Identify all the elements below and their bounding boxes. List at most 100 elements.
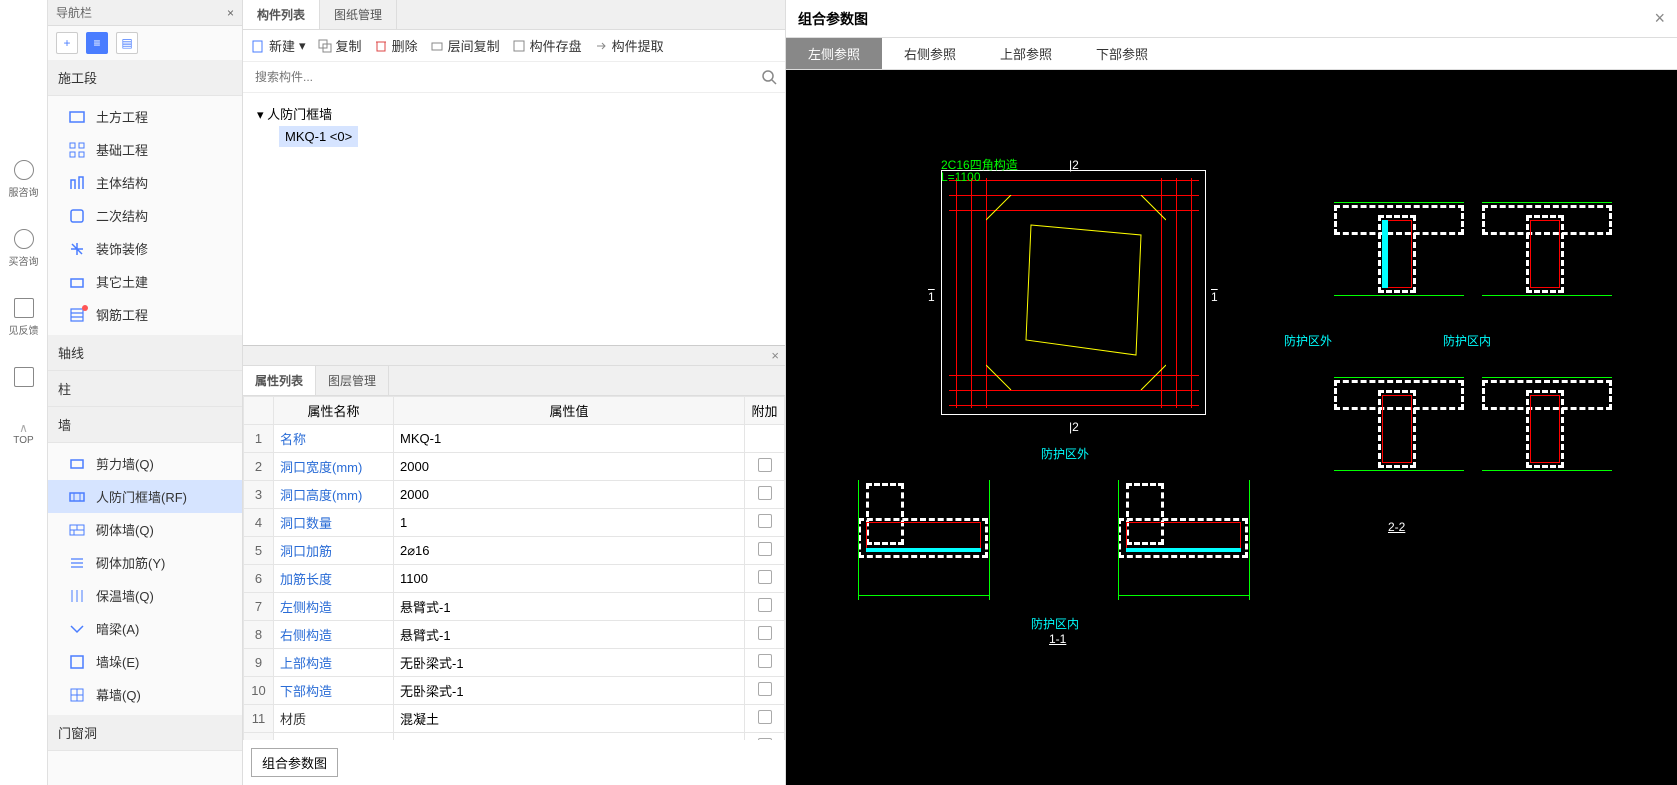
section-axis[interactable]: 轴线 xyxy=(48,335,242,371)
tool-feedback[interactable]: 见反馈 xyxy=(4,298,44,337)
tree-root[interactable]: ▾ 人防门框墙 xyxy=(251,101,777,126)
section-column[interactable]: 柱 xyxy=(48,371,242,407)
tool-buy[interactable]: 买咨询 xyxy=(4,229,44,268)
nav-item-other[interactable]: 其它土建 xyxy=(48,265,242,298)
close-attr-icon[interactable]: × xyxy=(765,346,785,365)
attr-addon[interactable] xyxy=(745,481,785,509)
attr-row[interactable]: 3洞口高度(mm)2000 xyxy=(244,481,785,509)
attr-addon[interactable] xyxy=(745,453,785,481)
checkbox-icon[interactable] xyxy=(758,626,772,640)
tab-drawing-manage[interactable]: 图纸管理 xyxy=(320,0,397,29)
nav-item-decoration[interactable]: 装饰装修 xyxy=(48,232,242,265)
section-construction[interactable]: 施工段 xyxy=(48,60,242,96)
attr-row[interactable]: 11材质混凝土 xyxy=(244,705,785,733)
attr-addon[interactable] xyxy=(745,649,785,677)
drawing-canvas[interactable]: 2C16四角构造 L=1100 |2 1 1 |2 防护区外 防护区内 1-1 … xyxy=(786,70,1677,785)
component-extract-button[interactable]: 构件提取 xyxy=(594,36,664,55)
close-diagram-icon[interactable]: × xyxy=(1654,8,1665,29)
attr-value[interactable]: 悬臂式-1 xyxy=(394,621,745,649)
section-door-window[interactable]: 门窗洞 xyxy=(48,715,242,751)
nav-item-secondary[interactable]: 二次结构 xyxy=(48,199,242,232)
attr-value[interactable]: MKQ-1 xyxy=(394,425,745,453)
tool-qr[interactable] xyxy=(4,367,44,391)
nav-item-insulation[interactable]: 保温墙(Q) xyxy=(48,579,242,612)
attr-value[interactable]: 2000 xyxy=(394,453,745,481)
attr-addon[interactable] xyxy=(745,677,785,705)
checkbox-icon[interactable] xyxy=(758,654,772,668)
attr-row[interactable]: 5洞口加筋2⌀16 xyxy=(244,537,785,565)
nav-item-masonry[interactable]: 砌体墙(Q) xyxy=(48,513,242,546)
nav-item-shearwall[interactable]: 剪力墙(Q) xyxy=(48,447,242,480)
list-view-icon[interactable]: ≡ xyxy=(86,32,108,54)
nav-item-structure[interactable]: 主体结构 xyxy=(48,166,242,199)
add-icon[interactable]: + xyxy=(56,32,78,54)
attr-value[interactable]: 1 xyxy=(394,509,745,537)
attr-value[interactable]: 无卧梁式-1 xyxy=(394,649,745,677)
attr-addon[interactable] xyxy=(745,425,785,453)
copy-button[interactable]: 复制 xyxy=(318,36,362,55)
nav-item-curtainwall[interactable]: 幕墙(Q) xyxy=(48,678,242,711)
attr-value[interactable]: 无卧梁式-1 xyxy=(394,677,745,705)
tab-bottom-ref[interactable]: 下部参照 xyxy=(1074,38,1170,69)
new-button[interactable]: 新建▾ xyxy=(251,36,306,55)
attr-row[interactable]: 10下部构造无卧梁式-1 xyxy=(244,677,785,705)
delete-button[interactable]: 删除 xyxy=(374,36,418,55)
attr-value[interactable]: 混凝土 xyxy=(394,705,745,733)
section-wall[interactable]: 墙 xyxy=(48,407,242,443)
attr-row[interactable]: 9上部构造无卧梁式-1 xyxy=(244,649,785,677)
attr-row[interactable]: 1名称MKQ-1 xyxy=(244,425,785,453)
attr-addon[interactable] xyxy=(745,621,785,649)
tab-layer-manage[interactable]: 图层管理 xyxy=(316,366,389,395)
component-save-button[interactable]: 构件存盘 xyxy=(512,36,582,55)
search-input[interactable] xyxy=(251,66,761,88)
attr-value[interactable]: 1100 xyxy=(394,565,745,593)
nav-item-foundation[interactable]: 基础工程 xyxy=(48,133,242,166)
attr-value[interactable]: (现浇混凝土碎石<20) xyxy=(394,733,745,741)
checkbox-icon[interactable] xyxy=(758,486,772,500)
checkbox-icon[interactable] xyxy=(758,514,772,528)
attr-addon[interactable] xyxy=(745,733,785,741)
nav-item-earthwork[interactable]: 土方工程 xyxy=(48,100,242,133)
attr-row[interactable]: 8右侧构造悬臂式-1 xyxy=(244,621,785,649)
nav-item-hiddenbeam[interactable]: 暗梁(A) xyxy=(48,612,242,645)
checkbox-icon[interactable] xyxy=(758,598,772,612)
attr-addon[interactable] xyxy=(745,537,785,565)
attr-row[interactable]: 2洞口宽度(mm)2000 xyxy=(244,453,785,481)
tree-child-selected[interactable]: MKQ-1 <0> xyxy=(279,126,358,147)
checkbox-icon[interactable] xyxy=(758,738,772,740)
left-tool-strip: 服咨询 买咨询 见反馈 ∧TOP xyxy=(0,0,48,785)
attr-row[interactable]: 12混凝土类型(现浇混凝土碎石<20) xyxy=(244,733,785,741)
search-icon[interactable] xyxy=(761,69,777,85)
attr-value[interactable]: 2000 xyxy=(394,481,745,509)
attr-addon[interactable] xyxy=(745,565,785,593)
close-icon[interactable]: × xyxy=(227,6,234,20)
attr-addon[interactable] xyxy=(745,705,785,733)
tab-left-ref[interactable]: 左侧参照 xyxy=(786,38,882,69)
tab-right-ref[interactable]: 右侧参照 xyxy=(882,38,978,69)
checkbox-icon[interactable] xyxy=(758,570,772,584)
checkbox-icon[interactable] xyxy=(758,710,772,724)
combo-param-button[interactable]: 组合参数图 xyxy=(251,748,338,777)
checkbox-icon[interactable] xyxy=(758,542,772,556)
nav-item-framewall[interactable]: 人防门框墙(RF) xyxy=(48,480,242,513)
tab-component-list[interactable]: 构件列表 xyxy=(243,0,320,29)
attr-value[interactable]: 悬臂式-1 xyxy=(394,593,745,621)
attr-addon[interactable] xyxy=(745,509,785,537)
layer-copy-button[interactable]: 层间复制 xyxy=(430,36,500,55)
nav-item-rebar[interactable]: 钢筋工程 xyxy=(48,298,242,331)
tool-service[interactable]: 服咨询 xyxy=(4,160,44,199)
attr-row[interactable]: 7左侧构造悬臂式-1 xyxy=(244,593,785,621)
checkbox-icon[interactable] xyxy=(758,458,772,472)
card-view-icon[interactable]: ▤ xyxy=(116,32,138,54)
tab-top-ref[interactable]: 上部参照 xyxy=(978,38,1074,69)
nav-item-reinforce[interactable]: 砌体加筋(Y) xyxy=(48,546,242,579)
tab-attr-list[interactable]: 属性列表 xyxy=(243,366,316,395)
attr-value[interactable]: 2⌀16 xyxy=(394,537,745,565)
attr-addon[interactable] xyxy=(745,593,785,621)
attr-row[interactable]: 6加筋长度1100 xyxy=(244,565,785,593)
checkbox-icon[interactable] xyxy=(758,682,772,696)
attribute-table-wrap[interactable]: 属性名称 属性值 附加 1名称MKQ-12洞口宽度(mm)20003洞口高度(m… xyxy=(243,396,785,740)
attr-row[interactable]: 4洞口数量1 xyxy=(244,509,785,537)
tool-top[interactable]: ∧TOP xyxy=(4,421,44,446)
nav-item-pier[interactable]: 墙垛(E) xyxy=(48,645,242,678)
